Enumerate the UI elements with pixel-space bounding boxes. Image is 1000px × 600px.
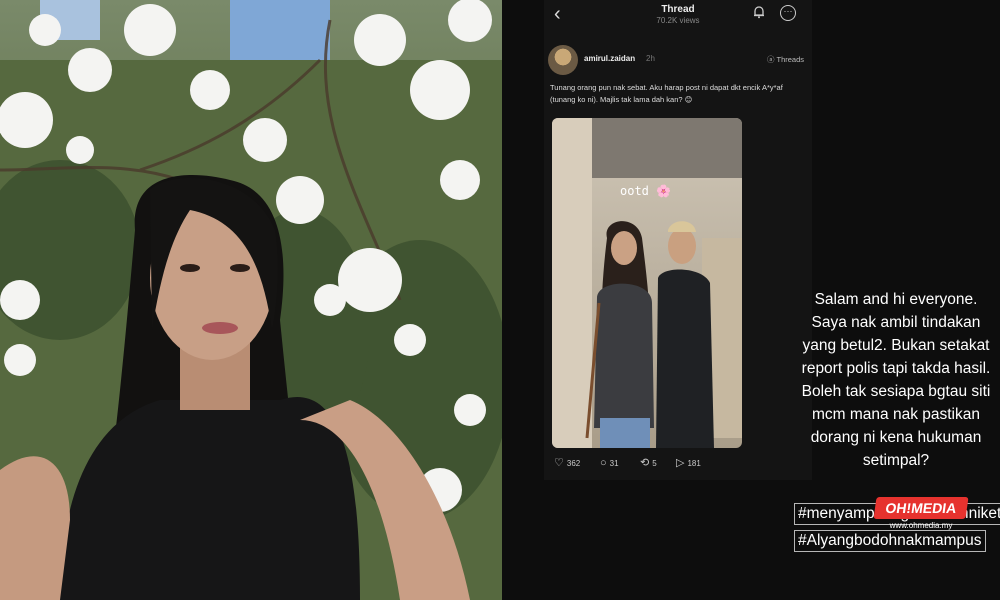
share-icon: ▷ [676,457,685,469]
post-username[interactable]: amirul.zaidan [584,54,635,63]
thread-topbar: ‹ Thread 70.2K views ··· [544,0,812,30]
ohmedia-watermark: OH!MEDIA www.ohmedia.my [865,497,977,530]
like-count: 362 [566,459,581,468]
image-caption: ootd 🌸 [620,184,672,198]
thread-views: 70.2K views [656,16,700,25]
story-line: Boleh tak sesiapa bgtau siti [801,383,991,400]
more-options-icon[interactable]: ··· [780,5,796,21]
post-time: 2h [646,54,655,63]
watermark-logo: OH!MEDIA [873,497,969,519]
comment-icon: ○ [600,457,607,469]
threads-badge-label: Threads [776,55,804,64]
story-caption: Salam and hi everyone. Saya nak ambil ti… [792,288,1000,472]
comment-count: 31 [609,459,619,468]
story-line: dorang ni kena hukuman [810,429,982,446]
bell-icon[interactable] [752,5,766,19]
share-count: 181 [687,459,701,468]
post-actions: ♡ 362 ○ 31 ⟲ 5 ▷ 181 [552,456,812,476]
story-line: Saya nak ambil tindakan [811,314,981,331]
story-line: setimpal? [862,452,930,469]
post-header: amirul.zaidan 2h ⓐ Threads [548,45,810,77]
threads-badge: ⓐ Threads [767,54,804,65]
like-action[interactable]: ♡ 362 [554,456,580,471]
couple-photo-illustration [552,118,742,448]
post-image[interactable]: ootd 🌸 [552,118,742,448]
comment-action[interactable]: ○ 31 [600,456,619,471]
avatar[interactable] [548,45,578,75]
selfie-illustration [0,0,502,600]
repost-action[interactable]: ⟲ 5 [640,456,657,471]
selfie-photo [0,0,502,600]
story-line: yang betul2. Bukan setakat [802,337,990,354]
hashtag-2[interactable]: #Alyangbodohnakmampus [794,530,986,552]
story-panel: ‹ Thread 70.2K views ··· amirul.zaidan 2… [502,0,1000,600]
repost-icon: ⟲ [640,457,650,469]
story-line: report polis tapi takda hasil. [801,360,991,377]
repost-count: 5 [652,459,657,468]
heart-icon: ♡ [554,457,564,469]
share-action[interactable]: ▷ 181 [676,456,701,471]
threads-post-screenshot: ‹ Thread 70.2K views ··· amirul.zaidan 2… [544,0,812,480]
post-text: Tunang orang pun nak sebat. Aku harap po… [550,83,783,104]
threads-logo-icon: ⓐ [767,55,775,64]
story-line: mcm mana nak pastikan [812,406,980,423]
story-line: Salam and hi everyone. [814,291,978,308]
watermark-url: www.ohmedia.my [889,521,953,530]
thread-title: Thread [661,4,695,15]
